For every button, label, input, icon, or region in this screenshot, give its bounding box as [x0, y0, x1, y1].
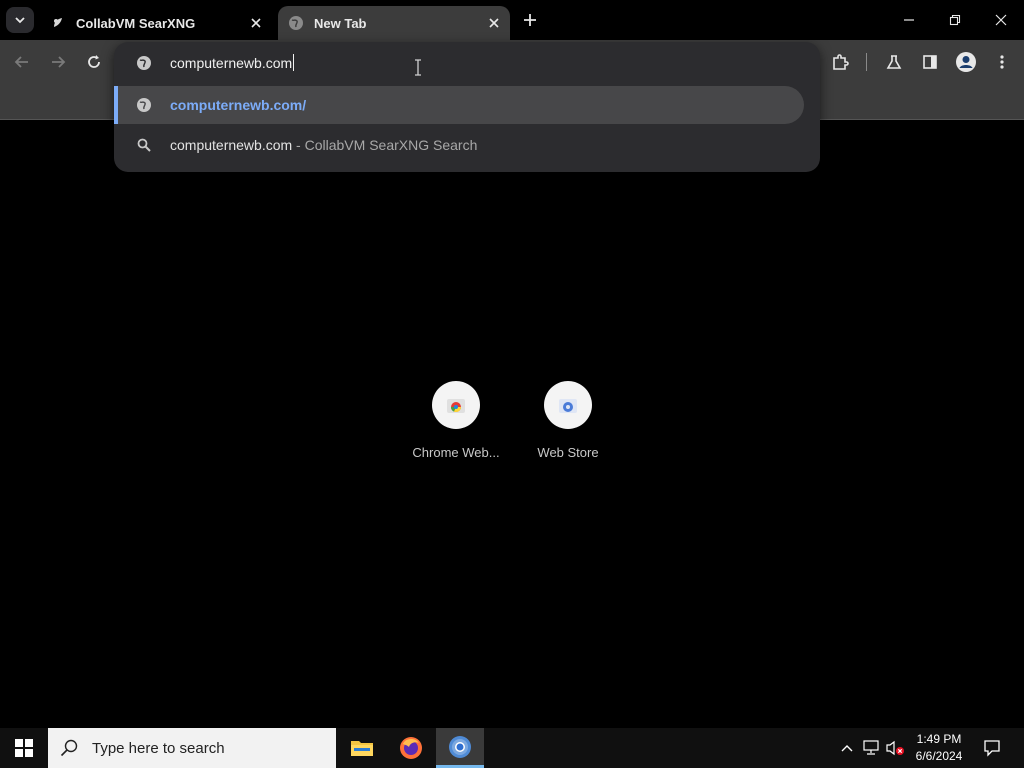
text-caret	[293, 54, 294, 71]
searxng-favicon-icon	[50, 15, 66, 31]
network-tray-button[interactable]	[860, 728, 882, 768]
close-icon	[995, 14, 1007, 26]
restore-button[interactable]	[932, 0, 978, 40]
start-button[interactable]	[0, 728, 48, 768]
shortcut-chrome-web[interactable]: Chrome Web...	[406, 381, 506, 460]
firefox-icon	[400, 737, 422, 759]
reload-icon	[88, 55, 100, 68]
address-bar-input[interactable]	[170, 53, 770, 73]
shortcut-tile	[432, 381, 480, 429]
volume-tray-button[interactable]	[884, 728, 906, 768]
suggestion-item[interactable]: computernewb.com - CollabVM SearXNG Sear…	[114, 126, 804, 164]
side-panel-button[interactable]	[918, 50, 942, 74]
taskbar-clock[interactable]: 1:49 PM 6/6/2024	[906, 731, 972, 765]
notification-icon	[984, 740, 1000, 757]
chrome-web-store-icon	[447, 399, 465, 413]
suggestion-url: computernewb.com/	[170, 97, 307, 113]
forward-button[interactable]	[46, 50, 70, 74]
clock-time: 1:49 PM	[916, 732, 962, 746]
show-hidden-icons-button[interactable]	[836, 728, 858, 768]
toolbar-divider	[866, 53, 867, 71]
back-button[interactable]	[10, 50, 34, 74]
arrow-left-icon	[14, 56, 28, 68]
reload-button[interactable]	[82, 50, 106, 74]
folder-icon	[351, 741, 373, 756]
chevron-up-icon	[841, 745, 853, 752]
globe-favicon-icon	[288, 15, 304, 31]
menu-button[interactable]	[990, 50, 1014, 74]
tab-new-tab[interactable]: New Tab	[278, 6, 510, 40]
side-panel-icon	[923, 55, 937, 69]
minimize-button[interactable]	[886, 0, 932, 40]
suggestion-query: computernewb.com - CollabVM SearXNG Sear…	[170, 137, 477, 153]
puzzle-icon	[833, 54, 849, 70]
shortcut-label: Web Store	[537, 445, 599, 460]
network-icon	[863, 740, 879, 755]
notifications-button[interactable]	[978, 728, 1006, 768]
taskbar-firefox[interactable]	[387, 728, 435, 768]
close-window-button[interactable]	[978, 0, 1024, 40]
suggestion-query-text: computernewb.com	[170, 137, 293, 153]
close-tab-icon[interactable]	[246, 13, 266, 33]
restore-icon	[949, 14, 961, 26]
globe-icon	[135, 96, 153, 114]
web-store-icon	[559, 399, 577, 413]
windows-logo-icon	[15, 739, 33, 757]
profile-button[interactable]	[954, 50, 978, 74]
tab-title: CollabVM SearXNG	[76, 15, 196, 31]
minimize-icon	[904, 19, 914, 21]
taskbar-chrome[interactable]	[436, 728, 484, 768]
new-tab-button[interactable]	[518, 10, 542, 30]
close-tab-icon[interactable]	[484, 13, 504, 33]
shortcut-tile	[544, 381, 592, 429]
avatar-icon	[956, 52, 976, 72]
suggestion-description: - CollabVM SearXNG Search	[292, 137, 478, 153]
flask-icon	[886, 55, 902, 69]
selection-indicator	[114, 86, 118, 124]
tab-title: New Tab	[314, 15, 367, 31]
tab-search-button[interactable]	[6, 7, 34, 33]
speaker-muted-icon	[886, 740, 904, 756]
arrow-right-icon	[52, 56, 66, 68]
chevron-down-icon	[15, 17, 25, 24]
labs-button[interactable]	[882, 50, 906, 74]
chrome-icon	[449, 735, 471, 758]
ibeam-cursor-icon	[415, 59, 421, 76]
more-vertical-icon	[1000, 55, 1004, 69]
extensions-button[interactable]	[828, 50, 852, 74]
shortcut-label: Chrome Web...	[412, 445, 500, 460]
shortcut-web-store[interactable]: Web Store	[518, 381, 618, 460]
tab-strip: CollabVM SearXNG New Tab	[0, 0, 1024, 40]
clock-date: 6/6/2024	[915, 749, 963, 763]
search-icon	[60, 739, 78, 757]
plus-icon	[524, 14, 536, 26]
taskbar-search-box[interactable]: Type here to search	[48, 728, 336, 768]
tab-collabvm-searxng[interactable]: CollabVM SearXNG	[40, 6, 272, 40]
search-placeholder: Type here to search	[92, 739, 225, 757]
suggestion-item[interactable]: computernewb.com/	[114, 86, 804, 124]
omnibox-input-row[interactable]	[114, 42, 820, 84]
omnibox-dropdown: computernewb.com/ computernewb.com - Col…	[114, 42, 820, 172]
taskbar-file-explorer[interactable]	[338, 728, 386, 768]
search-icon	[135, 136, 153, 154]
globe-icon	[135, 54, 153, 72]
